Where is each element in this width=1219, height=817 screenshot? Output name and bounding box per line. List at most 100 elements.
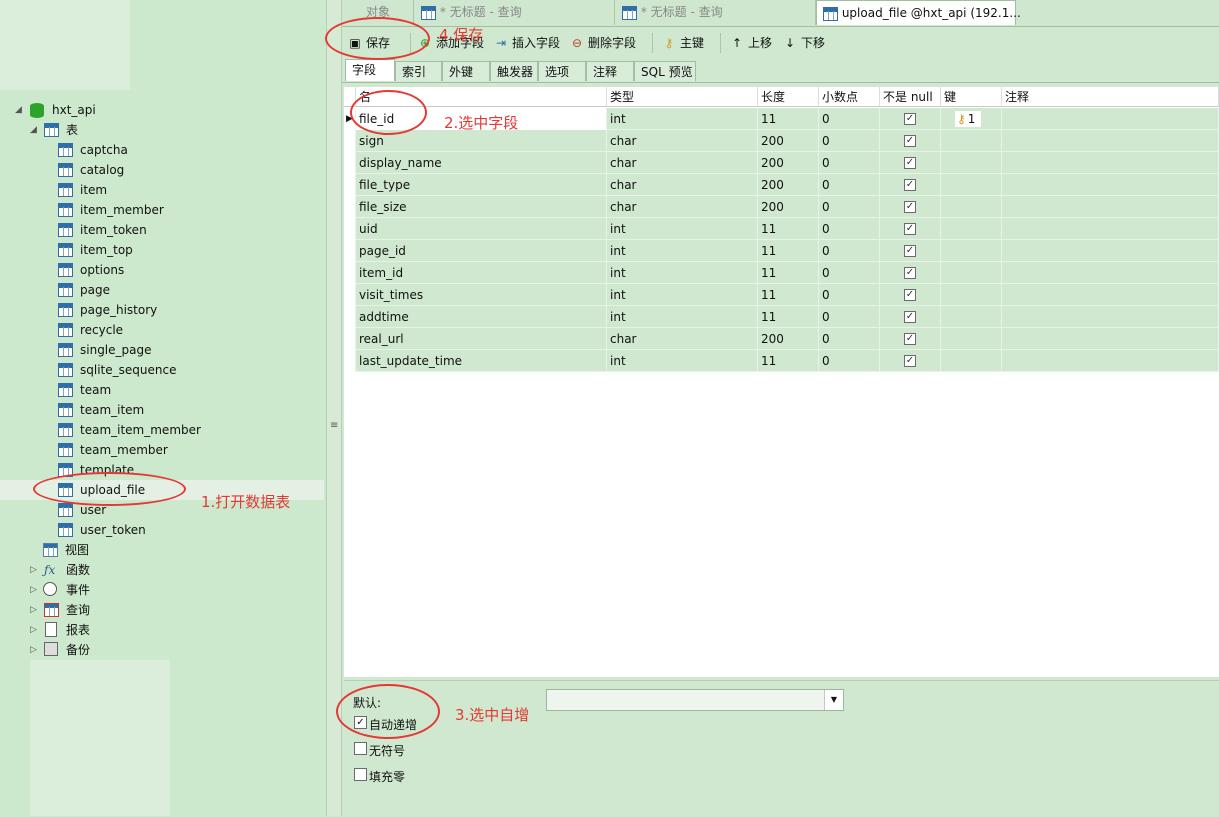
not-null-checkbox[interactable]: ✓ xyxy=(904,179,916,191)
not-null-checkbox[interactable]: ✓ xyxy=(904,333,916,345)
cell-not-null[interactable]: ✓ xyxy=(880,174,941,196)
cell-comment[interactable] xyxy=(1002,152,1219,174)
cell-name[interactable]: last_update_time xyxy=(356,350,607,372)
cell-length[interactable]: 200 xyxy=(758,328,819,350)
cell-type[interactable]: int xyxy=(607,218,758,240)
cell-key[interactable] xyxy=(941,240,1002,262)
cell-not-null[interactable]: ✓ xyxy=(880,284,941,306)
row-indicator[interactable] xyxy=(344,306,356,328)
cell-not-null[interactable]: ✓ xyxy=(880,306,941,328)
cell-length[interactable]: 200 xyxy=(758,196,819,218)
row-indicator[interactable] xyxy=(344,240,356,262)
cell-name[interactable]: visit_times xyxy=(356,284,607,306)
subtab-comment[interactable]: 注释 xyxy=(586,61,634,81)
subtab-foreign-keys[interactable]: 外键 xyxy=(442,61,490,81)
column-header-key[interactable]: 键 xyxy=(941,87,1002,107)
subtab-options[interactable]: 选项 xyxy=(538,61,586,81)
cell-not-null[interactable]: ✓ xyxy=(880,152,941,174)
row-indicator[interactable] xyxy=(344,284,356,306)
cell-type[interactable]: int xyxy=(607,284,758,306)
cell-decimals[interactable]: 0 xyxy=(819,306,880,328)
cell-not-null[interactable]: ✓ xyxy=(880,350,941,372)
cell-comment[interactable] xyxy=(1002,196,1219,218)
cell-length[interactable]: 11 xyxy=(758,218,819,240)
row-indicator[interactable] xyxy=(344,174,356,196)
cell-length[interactable]: 200 xyxy=(758,152,819,174)
row-indicator[interactable] xyxy=(344,350,356,372)
cell-decimals[interactable]: 0 xyxy=(819,196,880,218)
collapsed-arrow-icon[interactable]: ▷ xyxy=(30,580,37,600)
cell-not-null[interactable]: ✓ xyxy=(880,328,941,350)
cell-length[interactable]: 200 xyxy=(758,130,819,152)
cell-type[interactable]: int xyxy=(607,240,758,262)
field-row[interactable]: addtime int 11 0 ✓ xyxy=(344,306,1219,328)
not-null-checkbox[interactable]: ✓ xyxy=(904,245,916,257)
cell-not-null[interactable]: ✓ xyxy=(880,130,941,152)
row-indicator[interactable] xyxy=(344,196,356,218)
cell-not-null[interactable]: ✓ xyxy=(880,108,941,130)
row-indicator[interactable] xyxy=(344,328,356,350)
cell-length[interactable]: 11 xyxy=(758,108,819,130)
field-row[interactable]: display_name char 200 0 ✓ xyxy=(344,152,1219,174)
not-null-checkbox[interactable]: ✓ xyxy=(904,289,916,301)
column-header-comment[interactable]: 注释 xyxy=(1002,87,1219,107)
field-row[interactable]: file_type char 200 0 ✓ xyxy=(344,174,1219,196)
cell-type[interactable]: int xyxy=(607,350,758,372)
column-header-decimals[interactable]: 小数点 xyxy=(819,87,880,107)
zerofill-checkbox[interactable] xyxy=(354,768,367,781)
tab-query-1[interactable]: * 无标题 - 查询 xyxy=(415,0,615,25)
cell-key[interactable] xyxy=(941,328,1002,350)
cell-type[interactable]: char xyxy=(607,130,758,152)
cell-name[interactable]: display_name xyxy=(356,152,607,174)
collapsed-arrow-icon[interactable]: ▷ xyxy=(30,640,37,660)
cell-comment[interactable] xyxy=(1002,108,1219,130)
column-header-type[interactable]: 类型 xyxy=(607,87,758,107)
cell-decimals[interactable]: 0 xyxy=(819,152,880,174)
delete-field-button[interactable]: ⊖ 删除字段 xyxy=(570,34,636,52)
field-row[interactable]: file_size char 200 0 ✓ xyxy=(344,196,1219,218)
cell-key[interactable] xyxy=(941,130,1002,152)
cell-not-null[interactable]: ✓ xyxy=(880,196,941,218)
field-row[interactable]: sign char 200 0 ✓ xyxy=(344,130,1219,152)
subtab-indexes[interactable]: 索引 xyxy=(395,61,442,81)
cell-comment[interactable] xyxy=(1002,284,1219,306)
cell-name[interactable]: uid xyxy=(356,218,607,240)
cell-length[interactable]: 200 xyxy=(758,174,819,196)
cell-type[interactable]: char xyxy=(607,328,758,350)
cell-not-null[interactable]: ✓ xyxy=(880,240,941,262)
cell-name[interactable]: item_id xyxy=(356,262,607,284)
cell-length[interactable]: 11 xyxy=(758,306,819,328)
unsigned-checkbox[interactable] xyxy=(354,742,367,755)
cell-decimals[interactable]: 0 xyxy=(819,284,880,306)
move-up-button[interactable]: ↑ 上移 xyxy=(730,34,772,52)
not-null-checkbox[interactable]: ✓ xyxy=(904,201,916,213)
cell-name[interactable]: real_url xyxy=(356,328,607,350)
cell-length[interactable]: 11 xyxy=(758,284,819,306)
cell-key[interactable] xyxy=(941,306,1002,328)
row-indicator[interactable] xyxy=(344,218,356,240)
cell-decimals[interactable]: 0 xyxy=(819,130,880,152)
cell-comment[interactable] xyxy=(1002,262,1219,284)
cell-comment[interactable] xyxy=(1002,174,1219,196)
default-value-select[interactable]: ▼ xyxy=(546,689,844,711)
field-row[interactable]: visit_times int 11 0 ✓ xyxy=(344,284,1219,306)
not-null-checkbox[interactable]: ✓ xyxy=(904,157,916,169)
cell-type[interactable]: int xyxy=(607,306,758,328)
cell-type[interactable]: char xyxy=(607,152,758,174)
cell-type[interactable]: char xyxy=(607,196,758,218)
not-null-checkbox[interactable]: ✓ xyxy=(904,311,916,323)
primary-key-button[interactable]: ⚷ 主键 xyxy=(662,34,704,52)
cell-length[interactable]: 11 xyxy=(758,262,819,284)
cell-not-null[interactable]: ✓ xyxy=(880,262,941,284)
chevron-down-icon[interactable]: ▼ xyxy=(824,690,843,710)
cell-key[interactable] xyxy=(941,196,1002,218)
cell-length[interactable]: 11 xyxy=(758,350,819,372)
cell-decimals[interactable]: 0 xyxy=(819,218,880,240)
field-row[interactable]: last_update_time int 11 0 ✓ xyxy=(344,350,1219,372)
subtab-triggers[interactable]: 触发器 xyxy=(490,61,538,81)
not-null-checkbox[interactable]: ✓ xyxy=(904,135,916,147)
cell-type[interactable]: int xyxy=(607,108,758,130)
cell-decimals[interactable]: 0 xyxy=(819,350,880,372)
collapsed-arrow-icon[interactable]: ▷ xyxy=(30,620,37,640)
cell-key[interactable] xyxy=(941,262,1002,284)
